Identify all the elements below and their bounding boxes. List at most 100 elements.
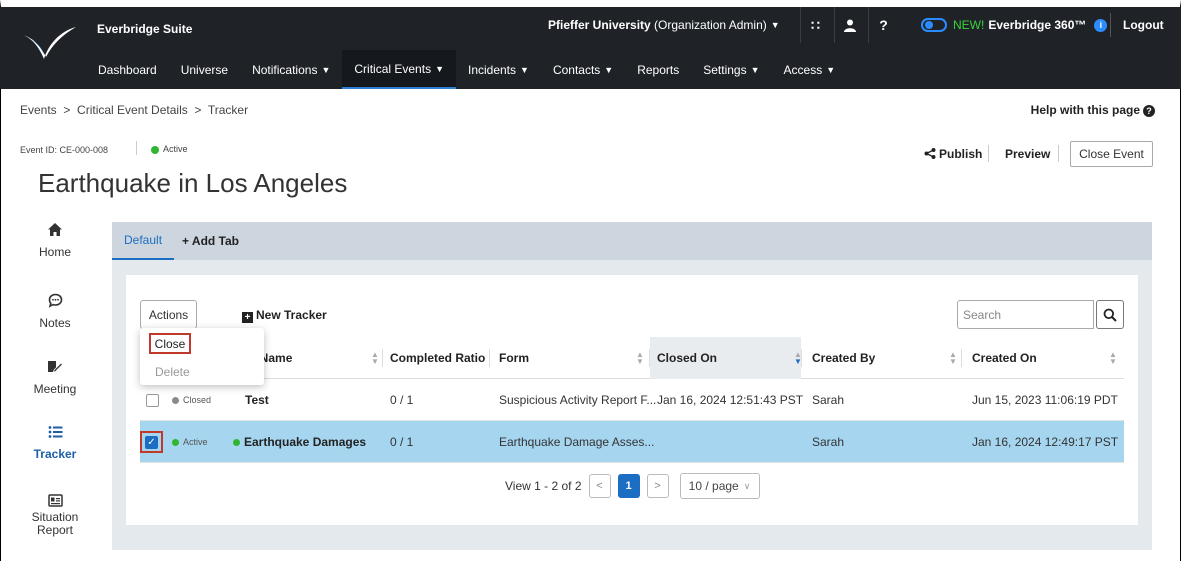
org-name: Pfieffer University	[548, 18, 651, 32]
status-label: Active	[163, 144, 188, 154]
closed-status-dot-icon	[172, 396, 179, 404]
new-tracker-label: New Tracker	[256, 308, 327, 322]
nav-universe[interactable]: Universe	[169, 50, 240, 89]
chevron-down-icon: ∨	[743, 480, 751, 491]
close-menu-item[interactable]: Close	[149, 333, 191, 354]
everbridge-logo-icon[interactable]	[18, 23, 78, 63]
column-closed-on[interactable]: Closed On	[657, 337, 717, 379]
everbridge-360-toggle[interactable]: NEW! Everbridge 360™ i	[921, 7, 1108, 43]
tracker-name[interactable]: Test	[245, 379, 269, 421]
table-header: er Name ▲ ▼ Completed Ratio Form ▲ ▼ Close…	[140, 337, 1124, 379]
row-checkbox[interactable]	[146, 379, 159, 421]
close-event-button[interactable]: Close Event	[1070, 141, 1153, 167]
created-by: Sarah	[812, 393, 845, 407]
logout-button[interactable]: Logout	[1123, 7, 1164, 43]
column-created-on[interactable]: Created On	[972, 337, 1037, 379]
publish-button[interactable]: Publish	[924, 147, 982, 161]
nav-contacts[interactable]: Contacts ▼	[541, 50, 625, 89]
sidebar-item-home[interactable]: Home	[20, 222, 90, 259]
chat-bubble-icon	[20, 293, 90, 313]
page-size-label: 10 / page	[688, 479, 739, 493]
active-status-dot-icon	[151, 145, 159, 154]
org-switcher[interactable]: Pfieffer University (Organization Admin)…	[548, 7, 780, 43]
search-input[interactable]: Search	[957, 300, 1094, 329]
nav-label: Critical Events	[354, 61, 432, 76]
chevron-down-icon: ▼	[604, 64, 614, 75]
sort-icon[interactable]: ▲ ▼	[371, 351, 379, 366]
divider	[136, 141, 137, 155]
table-row[interactable]: Closed Test 0 / 1 Suspicious Activity Re…	[140, 379, 1124, 421]
sort-icon[interactable]: ▲ ▼	[949, 351, 957, 366]
chevron-down-icon: ▼	[321, 64, 331, 75]
divider	[961, 349, 962, 367]
new-tracker-button[interactable]: + New Tracker	[242, 308, 327, 323]
row-checkbox[interactable]: ✓	[140, 431, 163, 453]
divider	[382, 349, 383, 367]
event-id: Event ID: CE-000-008	[20, 145, 109, 155]
nav-label: Contacts	[552, 62, 601, 77]
sidebar-label: Notes	[39, 316, 71, 330]
tracker-name[interactable]: Earthquake Damages	[233, 421, 366, 463]
sidebar-item-notes[interactable]: Notes	[20, 293, 90, 330]
preview-button[interactable]: Preview	[1005, 147, 1050, 161]
column-form[interactable]: Form	[499, 337, 529, 379]
delete-menu-item[interactable]: Delete	[155, 365, 190, 379]
org-role: (Organization Admin)	[654, 18, 767, 32]
created-by: Sarah	[812, 435, 845, 449]
event-status: Active	[151, 144, 188, 154]
checkbox-checked-icon[interactable]: ✓	[145, 435, 158, 449]
page-size-select[interactable]: 10 / page ∨	[679, 473, 760, 499]
plus-icon: +	[242, 312, 253, 323]
toggle-switch[interactable]	[921, 18, 947, 32]
add-tab-button[interactable]: + Add Tab	[182, 222, 239, 260]
chevron-down-icon: ▼	[770, 20, 780, 30]
page-number[interactable]: 1	[617, 474, 640, 498]
breadcrumb[interactable]: Events > Critical Event Details > Tracke…	[20, 103, 248, 117]
sort-icon[interactable]: ▲ ▼	[1109, 351, 1117, 366]
sidebar-label: Meeting	[33, 382, 77, 396]
column-created-by[interactable]: Created By	[812, 337, 875, 379]
sidebar-item-meeting[interactable]: Meeting	[20, 359, 90, 396]
info-icon[interactable]: i	[1094, 18, 1108, 32]
row-status: Active	[172, 421, 208, 463]
help-question-icon[interactable]: ?	[868, 7, 898, 43]
sidebar-item-tracker[interactable]: Tracker	[20, 424, 90, 461]
divider	[1110, 13, 1111, 37]
pagination-summary: View 1 - 2 of 2	[505, 479, 582, 493]
nav-critical-events[interactable]: Critical Events ▼	[342, 50, 456, 89]
chevron-down-icon: ▼	[826, 64, 836, 75]
column-completed-ratio[interactable]: Completed Ratio	[390, 337, 485, 379]
sidebar-item-situation-report[interactable]: Situation Report	[20, 494, 90, 537]
share-icon	[924, 148, 936, 159]
completed-ratio: 0 / 1	[390, 435, 414, 449]
actions-button[interactable]: Actions	[140, 300, 197, 329]
sidebar-label: Situation Report	[31, 510, 79, 537]
nav-notifications[interactable]: Notifications ▼	[240, 50, 342, 89]
user-icon[interactable]	[834, 7, 864, 43]
list-icon	[20, 424, 90, 444]
nav-access[interactable]: Access ▼	[772, 50, 848, 89]
help-question-icon: ?	[1143, 105, 1155, 117]
help-link[interactable]: Help with this page?	[1031, 103, 1155, 117]
apps-grid-icon[interactable]: ∷	[800, 7, 830, 43]
table-row[interactable]: ✓ Active Earthquake Damages 0 / 1 Earthq…	[140, 421, 1124, 463]
prev-page-icon[interactable]: <	[588, 474, 611, 498]
nav-label: Notifications	[252, 62, 318, 77]
nav-dashboard[interactable]: Dashboard	[86, 50, 169, 89]
next-page-icon[interactable]: >	[646, 474, 669, 498]
nav-reports[interactable]: Reports	[625, 50, 691, 89]
suite-name: Everbridge Suite	[97, 22, 193, 36]
active-status-dot-icon	[233, 438, 240, 446]
search-icon[interactable]	[1096, 300, 1124, 329]
nav-incidents[interactable]: Incidents ▼	[456, 50, 541, 89]
tab-default[interactable]: Default	[112, 222, 175, 260]
new-badge: NEW!	[953, 18, 985, 32]
publish-label: Publish	[939, 147, 983, 161]
checkbox[interactable]	[146, 393, 159, 407]
divider	[1058, 145, 1059, 162]
nav-label: Access	[783, 62, 823, 77]
nav-label: Universe	[180, 62, 229, 77]
sort-icon[interactable]: ▲ ▼	[636, 351, 644, 366]
page-title: Earthquake in Los Angeles	[38, 168, 348, 198]
nav-settings[interactable]: Settings ▼	[691, 50, 771, 89]
